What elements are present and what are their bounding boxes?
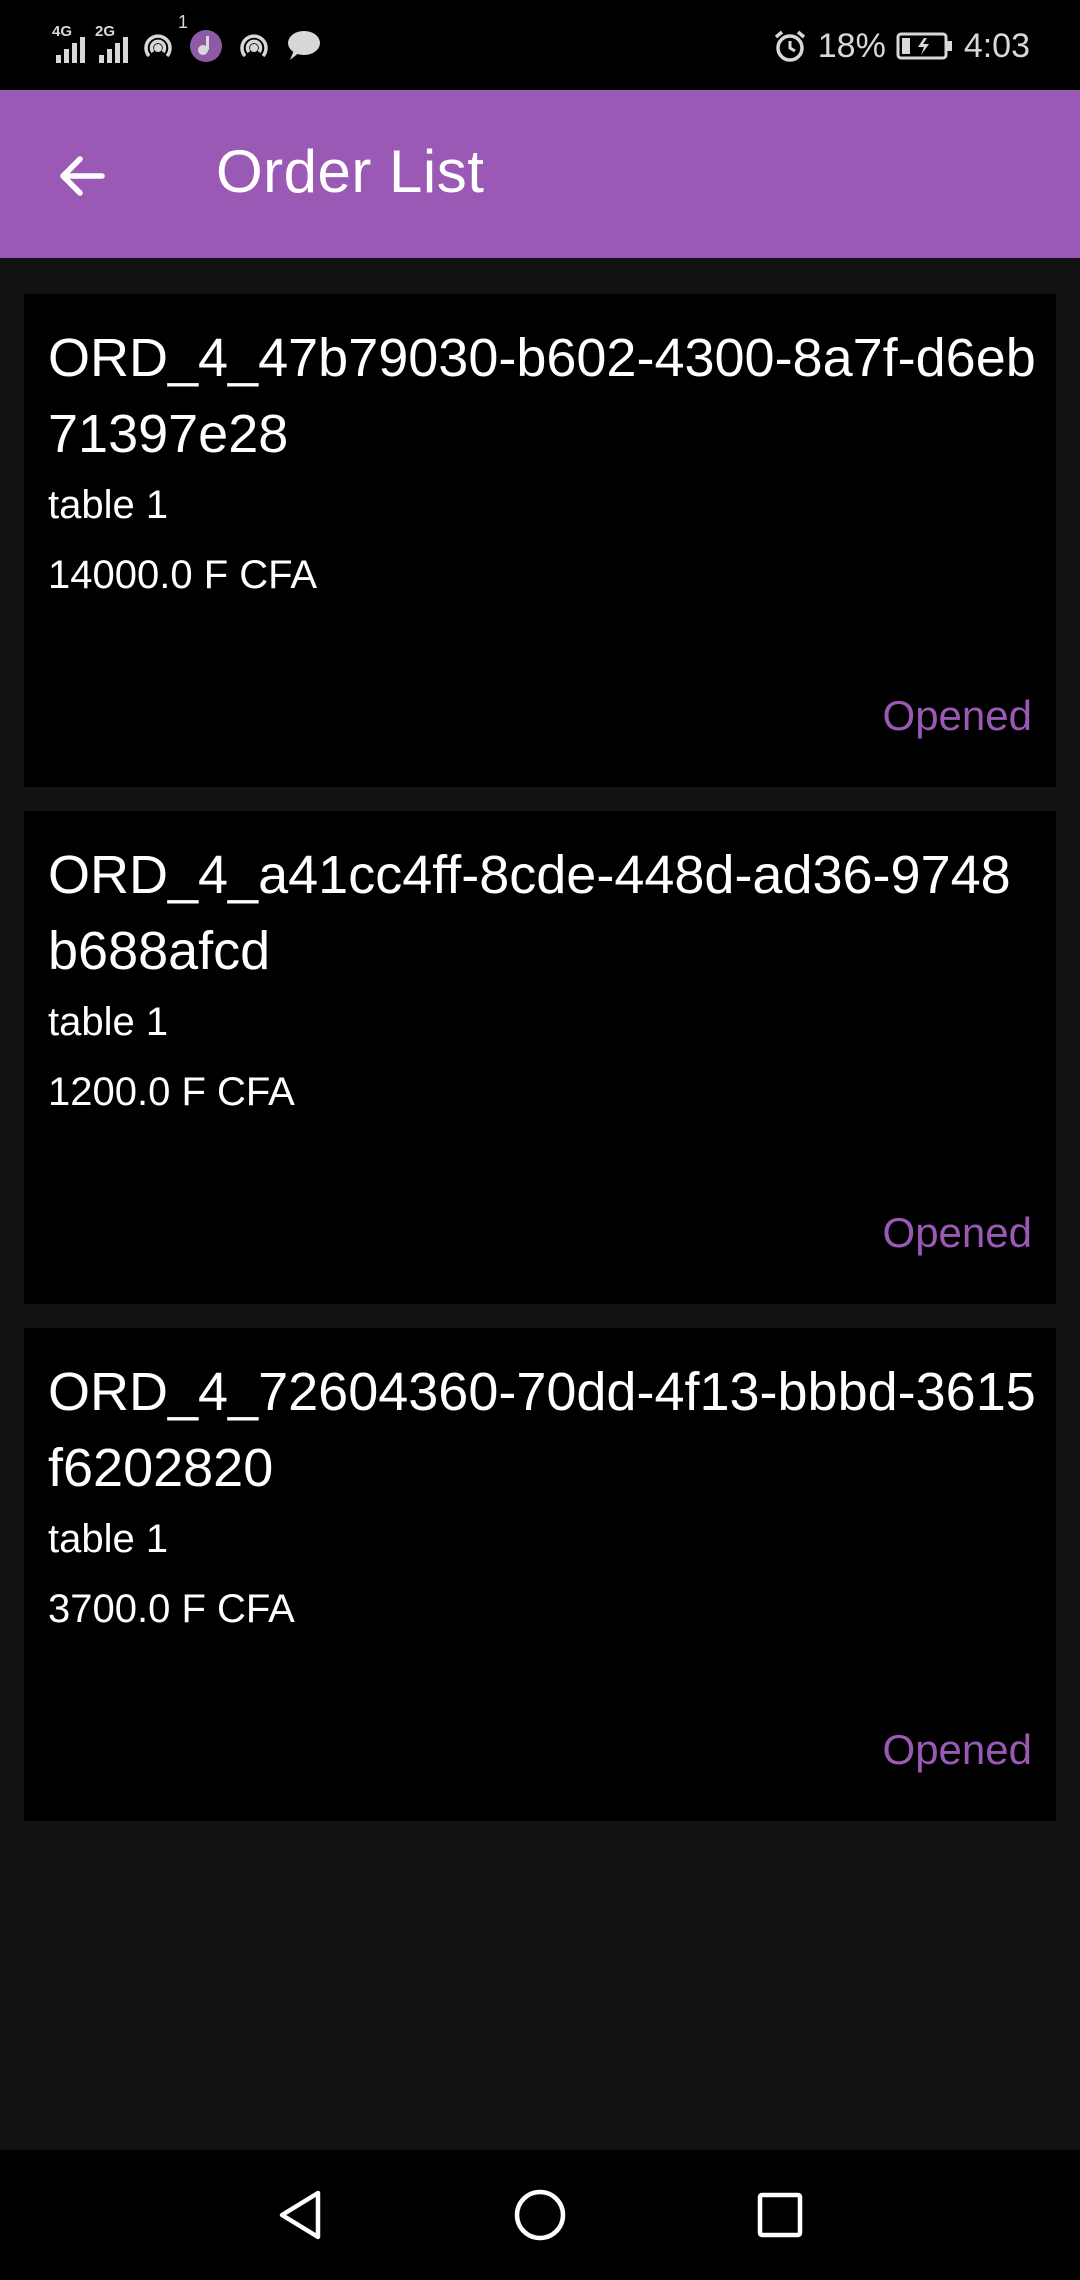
status-left-icons: 4G 2G 1 <box>52 12 322 72</box>
order-table: table 1 <box>48 1000 169 1044</box>
order-table: table 1 <box>48 483 169 527</box>
signal-4g-icon: 4G <box>52 23 85 63</box>
clock: 4:03 <box>963 26 1030 65</box>
order-status: Opened <box>882 692 1032 739</box>
order-table: table 1 <box>48 1517 169 1561</box>
battery-percent: 18% <box>817 26 886 65</box>
status-right-icons: 18% 4:03 <box>772 20 1030 72</box>
order-id: ORD_4_a41cc4ff-8cde-448d-ad36-9748b688af… <box>48 845 1011 981</box>
order-amount: 14000.0 F CFA <box>48 553 318 597</box>
back-button[interactable] <box>40 134 124 218</box>
order-card[interactable]: ORD_4_a41cc4ff-8cde-448d-ad36-9748b688af… <box>24 811 1056 1304</box>
page-title: Order List <box>216 138 485 205</box>
order-amount: 3700.0 F CFA <box>48 1587 295 1631</box>
order-status: Opened <box>882 1209 1032 1256</box>
wireless-icon <box>234 26 274 66</box>
status-bar: 4G 2G 1 18% 4:03 <box>0 0 1080 90</box>
circle-home-icon <box>514 2189 566 2241</box>
nav-back-button[interactable] <box>265 2180 335 2250</box>
order-card[interactable]: ORD_4_72604360-70dd-4f13-bbbd-3615f62028… <box>24 1328 1056 1821</box>
order-id: ORD_4_47b79030-b602-4300-8a7f-d6eb71397e… <box>48 328 1036 464</box>
battery-charging-icon <box>896 31 954 61</box>
signal-2g-icon: 2G <box>95 23 128 63</box>
hotspot-badge: 1 <box>177 12 188 32</box>
hotspot-icon: 1 <box>138 12 188 66</box>
order-status: Opened <box>882 1726 1032 1773</box>
nav-home-button[interactable] <box>505 2180 575 2250</box>
alarm-icon <box>772 28 808 64</box>
signal-network-label: 2G <box>95 23 116 40</box>
triangle-back-icon <box>279 2190 321 2240</box>
nav-recents-button[interactable] <box>745 2180 815 2250</box>
signal-network-label: 4G <box>52 23 73 40</box>
order-id: ORD_4_72604360-70dd-4f13-bbbd-3615f62028… <box>48 1362 1036 1498</box>
arrow-left-icon <box>60 156 105 196</box>
order-list: ORD_4_47b79030-b602-4300-8a7f-d6eb71397e… <box>24 294 1056 1845</box>
app-bar: Order List <box>0 90 1080 258</box>
order-card[interactable]: ORD_4_47b79030-b602-4300-8a7f-d6eb71397e… <box>24 294 1056 787</box>
order-amount: 1200.0 F CFA <box>48 1070 295 1114</box>
message-icon <box>284 28 322 64</box>
square-recents-icon <box>757 2192 803 2238</box>
system-nav-bar <box>0 2150 1080 2280</box>
music-app-icon <box>188 28 224 64</box>
